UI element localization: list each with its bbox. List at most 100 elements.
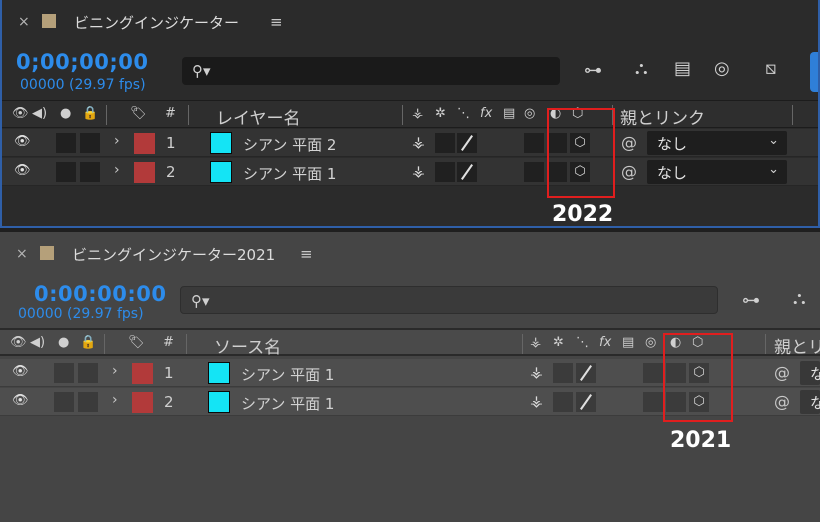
parent-link-column[interactable]: 親とリ <box>774 333 820 358</box>
shy-layers-icon[interactable]: ⛬ <box>793 288 806 309</box>
frame-blend-switch-icon[interactable]: ▤ <box>622 335 634 350</box>
shy-icon[interactable]: ⚶ <box>530 363 543 381</box>
collapse-icon[interactable]: ✲ <box>553 335 564 350</box>
chevron-down-icon: ⌄ <box>768 162 779 177</box>
lock-cell[interactable] <box>78 363 98 383</box>
motion-blur-icon[interactable]: ◎ <box>714 58 730 79</box>
eye-icon[interactable]: 👁 <box>12 393 29 408</box>
quality-slash-icon[interactable] <box>576 392 596 412</box>
label-color-swatch[interactable] <box>132 392 153 413</box>
label-tag-icon[interactable]: 🏷 <box>128 335 145 350</box>
chevron-right-icon[interactable]: › <box>114 162 120 178</box>
close-tab-icon[interactable]: × <box>16 246 28 262</box>
panel-menu-icon[interactable]: ≡ <box>270 13 283 31</box>
quality-icon[interactable]: ⋱ <box>457 106 470 121</box>
quality-slash-icon[interactable] <box>576 363 596 383</box>
label-tag-icon[interactable]: 🏷 <box>130 106 147 121</box>
layer-name[interactable]: シアン 平面 1 <box>241 364 334 385</box>
layer-name[interactable]: シアン 平面 2 <box>243 134 336 155</box>
lock-icon[interactable]: 🔒 <box>82 106 98 121</box>
parent-dropdown[interactable]: なし ⌄ <box>647 160 787 184</box>
shy-switch-icon[interactable]: ⚶ <box>412 106 423 121</box>
motion-blur-cell[interactable] <box>643 363 663 383</box>
layer-name[interactable]: シアン 平面 1 <box>241 393 334 414</box>
parent-link-column[interactable]: 親とリンク <box>620 104 705 129</box>
pickwhip-icon[interactable]: @ <box>774 363 790 382</box>
shy-layers-icon[interactable]: ⛬ <box>635 58 648 79</box>
effect-switch-icon[interactable]: fx <box>480 106 492 121</box>
motion-blur-switch-icon[interactable]: ◎ <box>524 106 535 121</box>
search-input[interactable]: ⚲▾ <box>182 57 560 85</box>
solid-layer-icon <box>208 362 230 384</box>
video-switch-icon[interactable]: 👁 <box>10 335 27 350</box>
current-time-display[interactable]: 0;00;00;00 <box>16 50 148 74</box>
layer-name[interactable]: シアン 平面 1 <box>243 163 336 184</box>
chevron-right-icon[interactable]: › <box>112 363 118 379</box>
lock-cell[interactable] <box>80 162 100 182</box>
pickwhip-icon[interactable]: @ <box>774 392 790 411</box>
parent-dropdown[interactable]: な <box>800 361 820 385</box>
label-color-swatch[interactable] <box>132 363 153 384</box>
tab-title[interactable]: ビニングインジケーター <box>74 12 239 33</box>
search-input[interactable]: ⚲▾ <box>180 286 718 314</box>
collapse-cell[interactable] <box>435 133 455 153</box>
current-time-display[interactable]: 0:00:00:00 <box>34 282 166 306</box>
eye-icon[interactable]: 👁 <box>14 163 31 178</box>
audio-switch-icon[interactable]: ◀) <box>32 106 47 121</box>
pickwhip-icon[interactable]: @ <box>621 162 637 181</box>
lock-cell[interactable] <box>78 392 98 412</box>
quality-slash-icon[interactable] <box>457 162 477 182</box>
collapse-cell[interactable] <box>553 392 573 412</box>
lock-cell[interactable] <box>80 133 100 153</box>
parent-dropdown[interactable]: なし ⌄ <box>647 131 787 155</box>
pickwhip-icon[interactable]: @ <box>621 133 637 152</box>
chevron-right-icon[interactable]: › <box>112 392 118 408</box>
video-switch-icon[interactable]: 👁 <box>12 106 29 121</box>
flowchart-icon[interactable]: ⊶ <box>584 60 602 81</box>
layer-row[interactable]: 👁 › 2 シアン 平面 1 ⚶ ⬡ @ なし ⌄ <box>2 158 818 186</box>
lock-icon[interactable]: 🔒 <box>80 335 96 350</box>
layer-row[interactable]: 👁 › 1 シアン 平面 2 ⚶ ⬡ @ なし ⌄ <box>2 129 818 157</box>
solo-cell[interactable] <box>56 162 76 182</box>
quality-slash-icon[interactable] <box>457 133 477 153</box>
solid-layer-icon <box>208 391 230 413</box>
composition-icon <box>42 14 56 28</box>
collapse-cell[interactable] <box>435 162 455 182</box>
shy-icon[interactable]: ⚶ <box>530 392 543 410</box>
eye-icon[interactable]: 👁 <box>12 364 29 379</box>
parent-dropdown[interactable]: な <box>800 390 820 414</box>
motion-blur-switch-icon[interactable]: ◎ <box>645 335 656 350</box>
graph-editor-icon[interactable]: ⧅ <box>765 58 776 79</box>
solo-icon[interactable]: ● <box>60 106 71 121</box>
shy-switch-icon[interactable]: ⚶ <box>530 335 541 350</box>
frame-blending-icon[interactable]: ▤ <box>674 58 691 79</box>
motion-blur-cell[interactable] <box>524 162 544 182</box>
solo-cell[interactable] <box>54 392 74 412</box>
eye-icon[interactable]: 👁 <box>14 134 31 149</box>
quality-icon[interactable]: ⋱ <box>576 335 589 350</box>
solo-icon[interactable]: ● <box>58 335 69 350</box>
search-icon: ⚲▾ <box>192 62 211 80</box>
collapse-cell[interactable] <box>553 363 573 383</box>
audio-switch-icon[interactable]: ◀) <box>30 335 45 350</box>
frame-blend-switch-icon[interactable]: ▤ <box>503 106 515 121</box>
layer-name-column[interactable]: レイヤー名 <box>216 104 301 129</box>
chevron-right-icon[interactable]: › <box>114 133 120 149</box>
tab-title[interactable]: ビニングインジケーター2021 <box>72 244 275 265</box>
parent-value: なし <box>657 164 688 182</box>
shy-icon[interactable]: ⚶ <box>412 162 425 180</box>
label-color-swatch[interactable] <box>134 133 155 154</box>
solo-cell[interactable] <box>54 363 74 383</box>
shy-icon[interactable]: ⚶ <box>412 133 425 151</box>
motion-blur-cell[interactable] <box>524 133 544 153</box>
close-tab-icon[interactable]: × <box>18 14 30 30</box>
source-name-column[interactable]: ソース名 <box>214 333 281 358</box>
scroll-handle[interactable] <box>810 52 818 92</box>
solo-cell[interactable] <box>56 133 76 153</box>
effect-switch-icon[interactable]: fx <box>599 335 611 350</box>
label-color-swatch[interactable] <box>134 162 155 183</box>
collapse-icon[interactable]: ✲ <box>435 106 446 121</box>
flowchart-icon[interactable]: ⊶ <box>742 290 760 311</box>
panel-menu-icon[interactable]: ≡ <box>300 245 313 263</box>
motion-blur-cell[interactable] <box>643 392 663 412</box>
